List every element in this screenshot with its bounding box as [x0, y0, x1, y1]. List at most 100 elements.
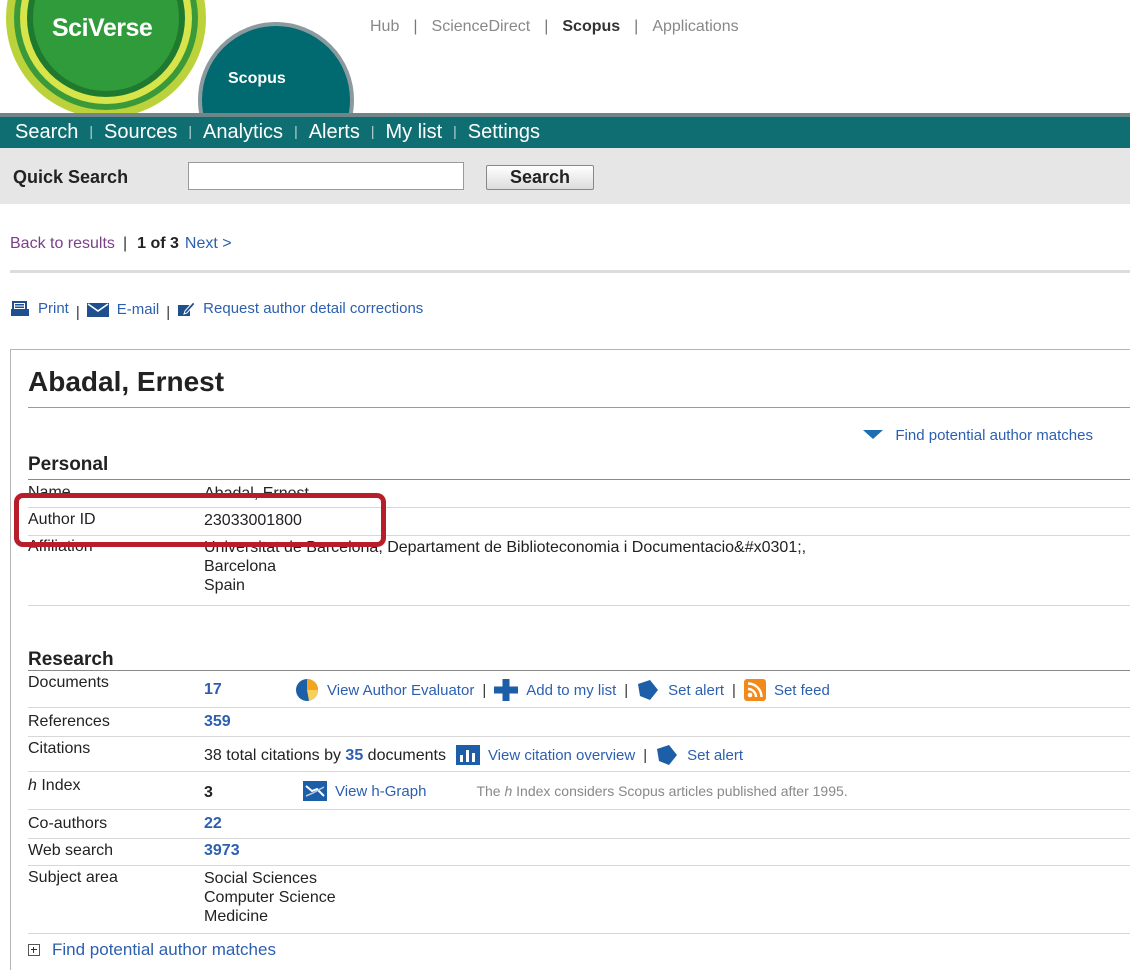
actions-separator: |: [732, 681, 736, 699]
row-divider: [28, 809, 1130, 810]
divider: [10, 270, 1130, 273]
set-feed-label: Set feed: [773, 681, 830, 699]
subject-area-item: Social Sciences: [204, 870, 317, 887]
nav-search[interactable]: Search: [15, 117, 78, 144]
topnav-separator: |: [544, 18, 549, 35]
view-author-evaluator-link[interactable]: View Author Evaluator: [295, 678, 474, 702]
result-position: 1 of 3: [137, 235, 179, 252]
request-corrections-link[interactable]: Request author detail corrections: [177, 300, 423, 317]
sciverse-logo[interactable]: SciVerse Scopus: [0, 0, 360, 118]
row-divider: [28, 838, 1130, 839]
subject-area-item: Medicine: [204, 908, 269, 925]
row-divider: [28, 933, 1130, 934]
coauthors-label: Co-authors: [28, 815, 108, 832]
print-label: Print: [38, 300, 69, 317]
nav-separator: |: [370, 123, 375, 139]
results-separator: |: [122, 235, 128, 252]
references-label: References: [28, 713, 110, 730]
view-citation-overview-link[interactable]: View citation overview: [455, 745, 635, 765]
personal-heading: Personal: [28, 454, 109, 475]
platform-nav: Hub | ScienceDirect | Scopus | Applications: [370, 18, 739, 36]
topnav-separator: |: [634, 18, 639, 35]
topnav-applications-link[interactable]: Applications: [652, 18, 738, 35]
bar-chart-icon: [455, 745, 480, 765]
section-divider: [28, 670, 1130, 671]
research-heading: Research: [28, 649, 114, 670]
divider: [28, 407, 1130, 408]
citations-set-alert-link[interactable]: Set alert: [655, 745, 743, 765]
coauthors-count-link[interactable]: 22: [204, 815, 222, 833]
documents-count-link[interactable]: 17: [204, 681, 222, 699]
nav-separator: |: [89, 123, 94, 139]
affiliation-line: Spain: [204, 577, 245, 594]
topnav-hub-link[interactable]: Hub: [370, 18, 399, 35]
set-alert-label: Set alert: [668, 681, 725, 699]
affiliation-line: Barcelona: [204, 558, 277, 575]
set-feed-link[interactable]: Set feed: [743, 679, 830, 701]
find-author-matches-bottom-label: Find potential author matches: [52, 940, 276, 959]
nav-separator: |: [188, 123, 193, 139]
topnav-separator: |: [413, 18, 418, 35]
topnav-scopus-link[interactable]: Scopus: [562, 18, 620, 35]
citations-set-alert-label: Set alert: [687, 746, 744, 764]
nav-alerts[interactable]: Alerts: [309, 117, 360, 144]
subject-area-label: Subject area: [28, 869, 118, 886]
actions-separator: |: [624, 681, 629, 699]
plus-icon: [494, 679, 519, 701]
email-icon: [86, 302, 109, 317]
web-search-count-link[interactable]: 3973: [204, 842, 240, 860]
scopus-wordmark: Scopus: [228, 70, 286, 87]
next-result-link[interactable]: Next >: [185, 235, 232, 252]
find-author-matches-expander[interactable]: Find potential author matches: [28, 940, 276, 960]
row-divider: [28, 736, 1130, 737]
author-name-heading: Abadal, Ernest: [28, 366, 225, 397]
citations-total-text: 38 total citations by: [204, 746, 341, 764]
h-index-note-text: The: [476, 783, 505, 799]
citations-suffix: documents: [367, 746, 446, 764]
find-author-matches-toggle[interactable]: Find potential author matches: [863, 427, 1093, 444]
rss-feed-icon: [743, 679, 766, 701]
section-divider: [28, 479, 1130, 480]
nav-separator: |: [453, 123, 457, 139]
citations-label: Citations: [28, 740, 91, 757]
h-index-note-text: Index considers Scopus articles publishe…: [512, 783, 848, 799]
author-id-highlight: [14, 493, 386, 547]
quick-search-label: Quick Search: [13, 167, 129, 187]
documents-actions: View Author Evaluator | Add to my list |…: [295, 678, 830, 702]
nav-separator: |: [294, 123, 298, 139]
view-h-graph-label: View h-Graph: [335, 782, 427, 800]
h-italic: h: [28, 777, 37, 794]
h-index-note: The h Index considers Scopus articles pu…: [476, 783, 847, 799]
citations-actions: View citation overview | Set alert: [455, 745, 743, 765]
subject-area-item: Computer Science: [204, 889, 336, 906]
tools-separator: |: [75, 303, 80, 321]
quick-search-input[interactable]: [188, 162, 464, 190]
h-graph-icon: [303, 781, 327, 801]
bell-alert-icon: [638, 680, 659, 700]
web-search-label: Web search: [28, 842, 114, 859]
nav-settings[interactable]: Settings: [468, 117, 540, 144]
bell-alert-icon: [657, 745, 678, 765]
tools-separator: |: [166, 303, 171, 321]
print-link[interactable]: Print: [10, 300, 69, 317]
topnav-sciencedirect-link[interactable]: ScienceDirect: [432, 18, 531, 35]
nav-sources[interactable]: Sources: [104, 117, 177, 144]
view-h-graph-link[interactable]: View h-Graph: [303, 781, 426, 801]
view-author-evaluator-label: View Author Evaluator: [327, 681, 475, 699]
nav-analytics[interactable]: Analytics: [203, 117, 283, 144]
find-author-matches-label: Find potential author matches: [895, 427, 1093, 444]
documents-label: Documents: [28, 674, 109, 691]
set-alert-link[interactable]: Set alert: [636, 680, 724, 700]
citing-documents-link[interactable]: 35: [345, 746, 363, 765]
add-to-my-list-link[interactable]: Add to my list: [494, 679, 616, 701]
h-index-label: h Index: [28, 777, 81, 795]
nav-my-list[interactable]: My list: [385, 117, 442, 144]
results-navigation: Back to results | 1 of 3 Next >: [10, 235, 232, 253]
email-link[interactable]: E-mail: [86, 301, 160, 318]
quick-search-button[interactable]: Search: [486, 165, 594, 190]
row-divider: [28, 771, 1130, 772]
references-count-link[interactable]: 359: [204, 713, 231, 731]
email-label: E-mail: [116, 301, 160, 318]
back-to-results-link[interactable]: Back to results: [10, 235, 115, 252]
triangle-down-icon: [863, 430, 884, 439]
